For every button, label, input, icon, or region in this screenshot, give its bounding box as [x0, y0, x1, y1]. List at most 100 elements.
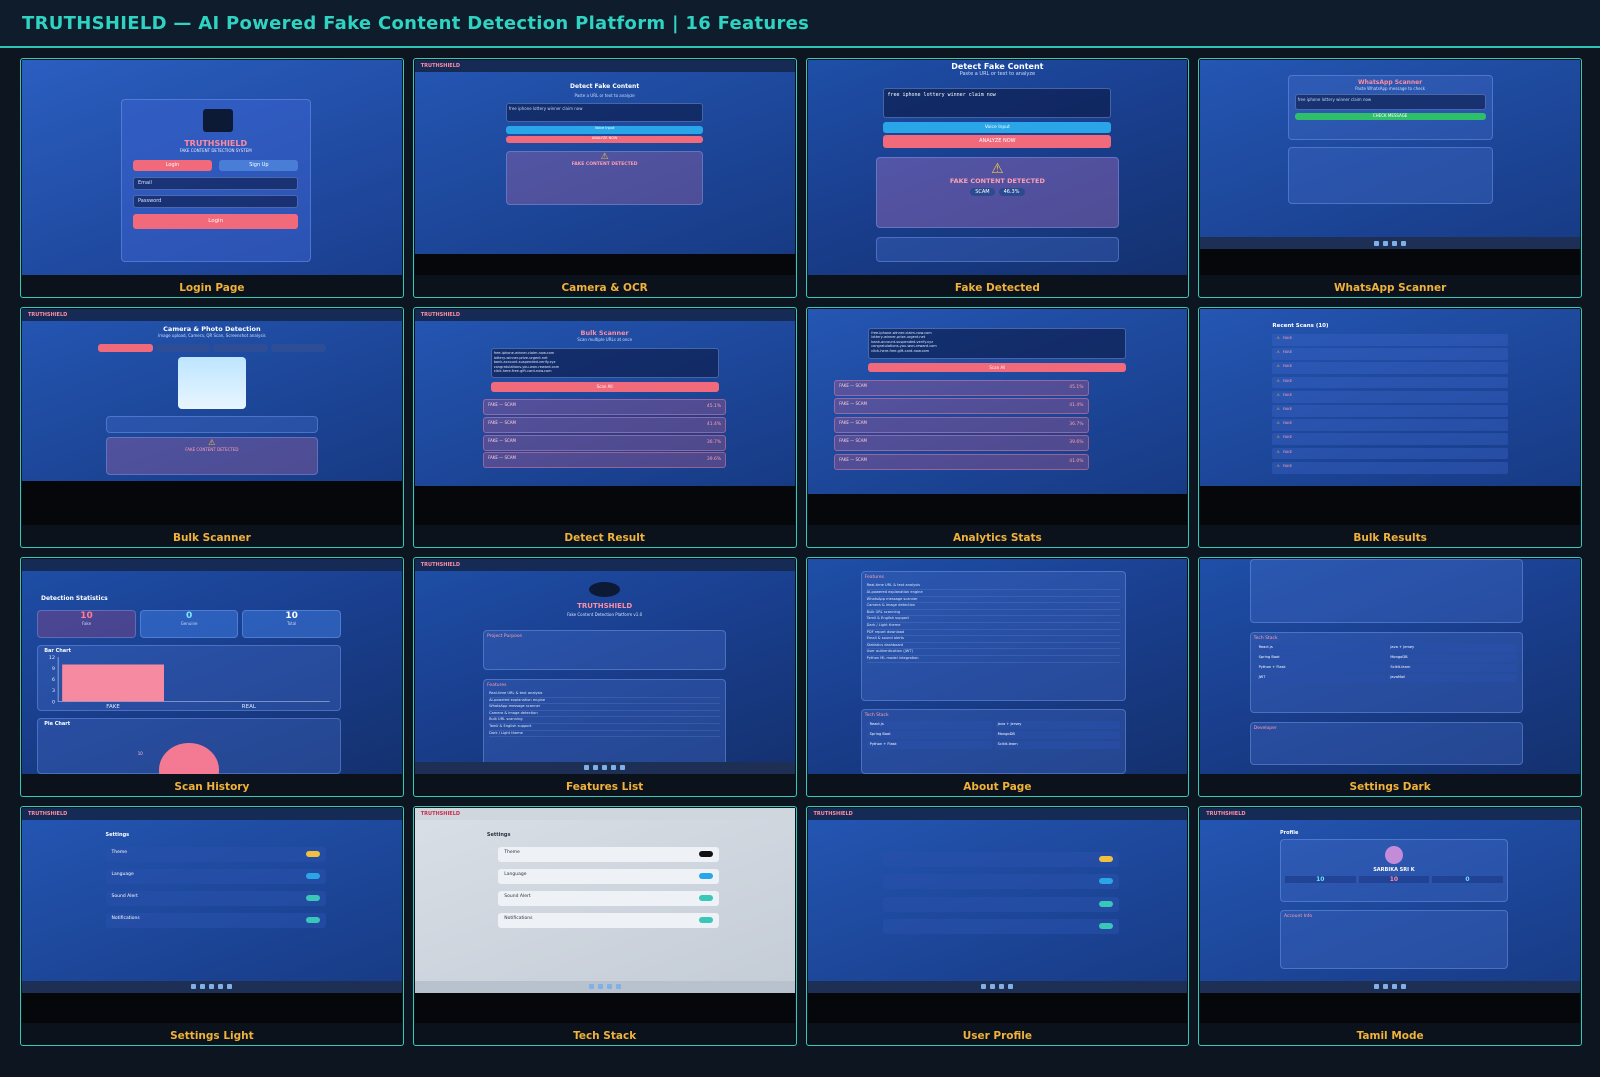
tile-caption: Features List — [566, 780, 644, 793]
recent-scan-row: ⚠ FAKE — [1272, 376, 1508, 389]
tile-whatsapp-scanner[interactable]: WhatsApp Scanner Paste WhatsApp message … — [1198, 58, 1582, 299]
tile-camera-ocr[interactable]: TRUTHSHIELD Detect Fake Content Paste a … — [412, 58, 797, 299]
detect-title: Detect Fake Content — [570, 83, 640, 91]
detect-subtitle: Paste a URL or text to analyze — [959, 70, 1036, 77]
profile-screenshot: TRUTHSHIELD Profile SARBIKA SRI K 10 10 … — [1200, 807, 1580, 1023]
notifications-setting[interactable]: Notifications — [498, 913, 719, 929]
feature-item: AI-powered explanation engine — [489, 698, 721, 705]
tech-item: JWT — [1255, 673, 1386, 682]
tech-item: Python + Flask — [1255, 663, 1386, 672]
scan-label: FAKE — [1282, 405, 1293, 411]
analyze-button[interactable]: ANALYZE NOW — [505, 135, 704, 144]
features-list: Real-time URL & text analysis AI-powered … — [862, 583, 1126, 663]
screenshot-button[interactable] — [213, 343, 269, 353]
feature-item: Statistics dashboard — [866, 643, 1121, 650]
sound-toggle[interactable] — [1098, 900, 1113, 907]
scan-all-button[interactable]: Scan All — [490, 381, 719, 393]
language-toggle[interactable] — [1098, 878, 1113, 885]
notifications-toggle[interactable] — [305, 917, 320, 924]
language-setting[interactable]: Language — [105, 868, 326, 884]
taskbar — [807, 980, 1188, 993]
tile-bulk-scanner[interactable]: TRUTHSHIELD Camera & Photo Detection Ima… — [20, 307, 404, 548]
tile-user-profile[interactable]: TRUTHSHIELD User Profile — [805, 805, 1190, 1046]
genuine-label: Genuine — [180, 621, 198, 627]
login-subtitle: FAKE CONTENT DETECTION SYSTEM — [179, 148, 252, 154]
sound-alert-setting[interactable]: Sound Alert — [105, 891, 326, 907]
theme-toggle[interactable] — [698, 850, 713, 857]
taskbar — [414, 980, 795, 993]
result-card: ⚠ FAKE CONTENT DETECTED — [105, 436, 319, 475]
tech-title: Tech Stack — [1253, 635, 1278, 641]
sound-alert-setting[interactable] — [883, 896, 1119, 912]
notifications-setting[interactable] — [883, 918, 1119, 934]
about-screenshot: Features Real-time URL & text analysis AI… — [807, 558, 1188, 774]
ocr-text-card — [105, 416, 319, 434]
tile-features-list[interactable]: TRUTHSHIELD TRUTHSHIELD Fake Content Det… — [412, 556, 797, 797]
tile-scan-history[interactable]: Detection Statistics 10 Fake 0 Genuine 1… — [20, 556, 404, 797]
tile-tamil-mode[interactable]: TRUTHSHIELD Profile SARBIKA SRI K 10 10 … — [1198, 805, 1582, 1046]
language-toggle[interactable] — [305, 872, 320, 879]
qr-scan-button[interactable] — [271, 343, 326, 353]
theme-toggle[interactable] — [1098, 856, 1113, 863]
notifications-setting[interactable]: Notifications — [105, 913, 326, 929]
tile-analytics-stats[interactable]: free-iphone-winner-claim-now.com lottery… — [805, 307, 1190, 548]
tile-login-page[interactable]: TRUTHSHIELD FAKE CONTENT DETECTION SYSTE… — [20, 58, 404, 299]
bulk-scanner-screenshot: TRUTHSHIELD Bulk Scanner Scan multiple U… — [414, 309, 795, 525]
navbar: TRUTHSHIELD — [1200, 807, 1580, 820]
theme-setting[interactable] — [883, 852, 1119, 868]
notifications-toggle[interactable] — [1098, 922, 1113, 929]
language-toggle[interactable] — [698, 872, 713, 879]
analyze-button[interactable]: ANALYZE NOW — [883, 135, 1112, 149]
navbar: TRUTHSHIELD — [414, 309, 795, 322]
features-title: Features — [487, 683, 507, 689]
language-setting[interactable] — [883, 874, 1119, 890]
bulk-input[interactable]: free-iphone-winner-claim-now.com lottery… — [490, 348, 719, 379]
sound-alert-setting[interactable]: Sound Alert — [498, 891, 719, 907]
fake-label: Fake — [82, 621, 92, 627]
bar-fake — [62, 664, 165, 702]
sound-toggle[interactable] — [305, 895, 320, 902]
login-tab[interactable]: Login — [133, 159, 212, 171]
theme-setting[interactable]: Theme — [105, 846, 326, 862]
feature-item: Email & sound alerts — [866, 636, 1121, 643]
tile-caption: WhatsApp Scanner — [1333, 282, 1447, 295]
language-setting[interactable]: Language — [498, 868, 719, 884]
whatsapp-screenshot: WhatsApp Scanner Paste WhatsApp message … — [1200, 60, 1580, 276]
detect-input[interactable]: free iphone lottery winner claim now — [883, 87, 1112, 119]
email-field[interactable]: Email — [133, 177, 299, 191]
tech-item: MongoDB — [994, 731, 1121, 740]
voice-input-button[interactable]: Voice Input — [505, 125, 704, 134]
upload-image-button[interactable] — [97, 343, 153, 353]
tile-bulk-results[interactable]: Recent Scans (10) ⚠ FAKE ⚠ FAKE ⚠ FAKE ⚠ FAKE ⚠ F… — [1198, 307, 1582, 548]
scan-all-button[interactable]: Scan All — [868, 362, 1127, 373]
bulk-input[interactable]: free-iphone-winner-claim-now.com lottery… — [868, 327, 1127, 360]
tile-tech-stack[interactable]: TRUTHSHIELD Settings Theme Language Soun… — [412, 805, 797, 1046]
pie-value-label: 10 — [137, 751, 143, 757]
password-field[interactable]: Password — [133, 195, 299, 208]
navbar: TRUTHSHIELD — [22, 309, 402, 322]
whatsapp-input[interactable]: free iphone lottery winner claim now — [1294, 94, 1486, 111]
signup-tab[interactable]: Sign Up — [219, 159, 299, 171]
tile-detect-result[interactable]: TRUTHSHIELD Bulk Scanner Scan multiple U… — [412, 307, 797, 548]
theme-setting[interactable]: Theme — [498, 846, 719, 862]
tech-item: Scikit-learn — [994, 741, 1121, 750]
bulk-results-screenshot: free-iphone-winner-claim-now.com lottery… — [807, 309, 1188, 525]
login-button[interactable]: Login — [133, 214, 299, 229]
profile-title: Profile — [1279, 829, 1299, 836]
tile-settings-light[interactable]: TRUTHSHIELD Settings Theme Language Soun… — [20, 805, 404, 1046]
tech-grid: React.js Java + Jersey Spring Boot MongoDB P… — [1251, 643, 1522, 682]
scan-label: FAKE — [1282, 377, 1293, 383]
tile-settings-dark[interactable]: Tech Stack React.js Java + Jersey Spring B… — [1198, 556, 1582, 797]
take-photo-button[interactable] — [155, 343, 211, 353]
navbar — [22, 558, 402, 571]
detect-input[interactable]: free iphone lottery winner claim now — [505, 102, 704, 122]
sound-toggle[interactable] — [698, 895, 713, 902]
theme-toggle[interactable] — [305, 850, 320, 857]
feature-item: Real-time URL & text analysis — [489, 691, 721, 698]
check-message-button[interactable]: CHECK MESSAGE — [1294, 113, 1486, 121]
feature-item: Bulk URL scanning — [866, 610, 1121, 617]
voice-input-button[interactable]: Voice Input — [883, 122, 1112, 134]
tile-about-page[interactable]: Features Real-time URL & text analysis AI… — [805, 556, 1190, 797]
tile-fake-detected[interactable]: Detect Fake Content Paste a URL or text … — [805, 58, 1190, 299]
notifications-toggle[interactable] — [698, 917, 713, 924]
